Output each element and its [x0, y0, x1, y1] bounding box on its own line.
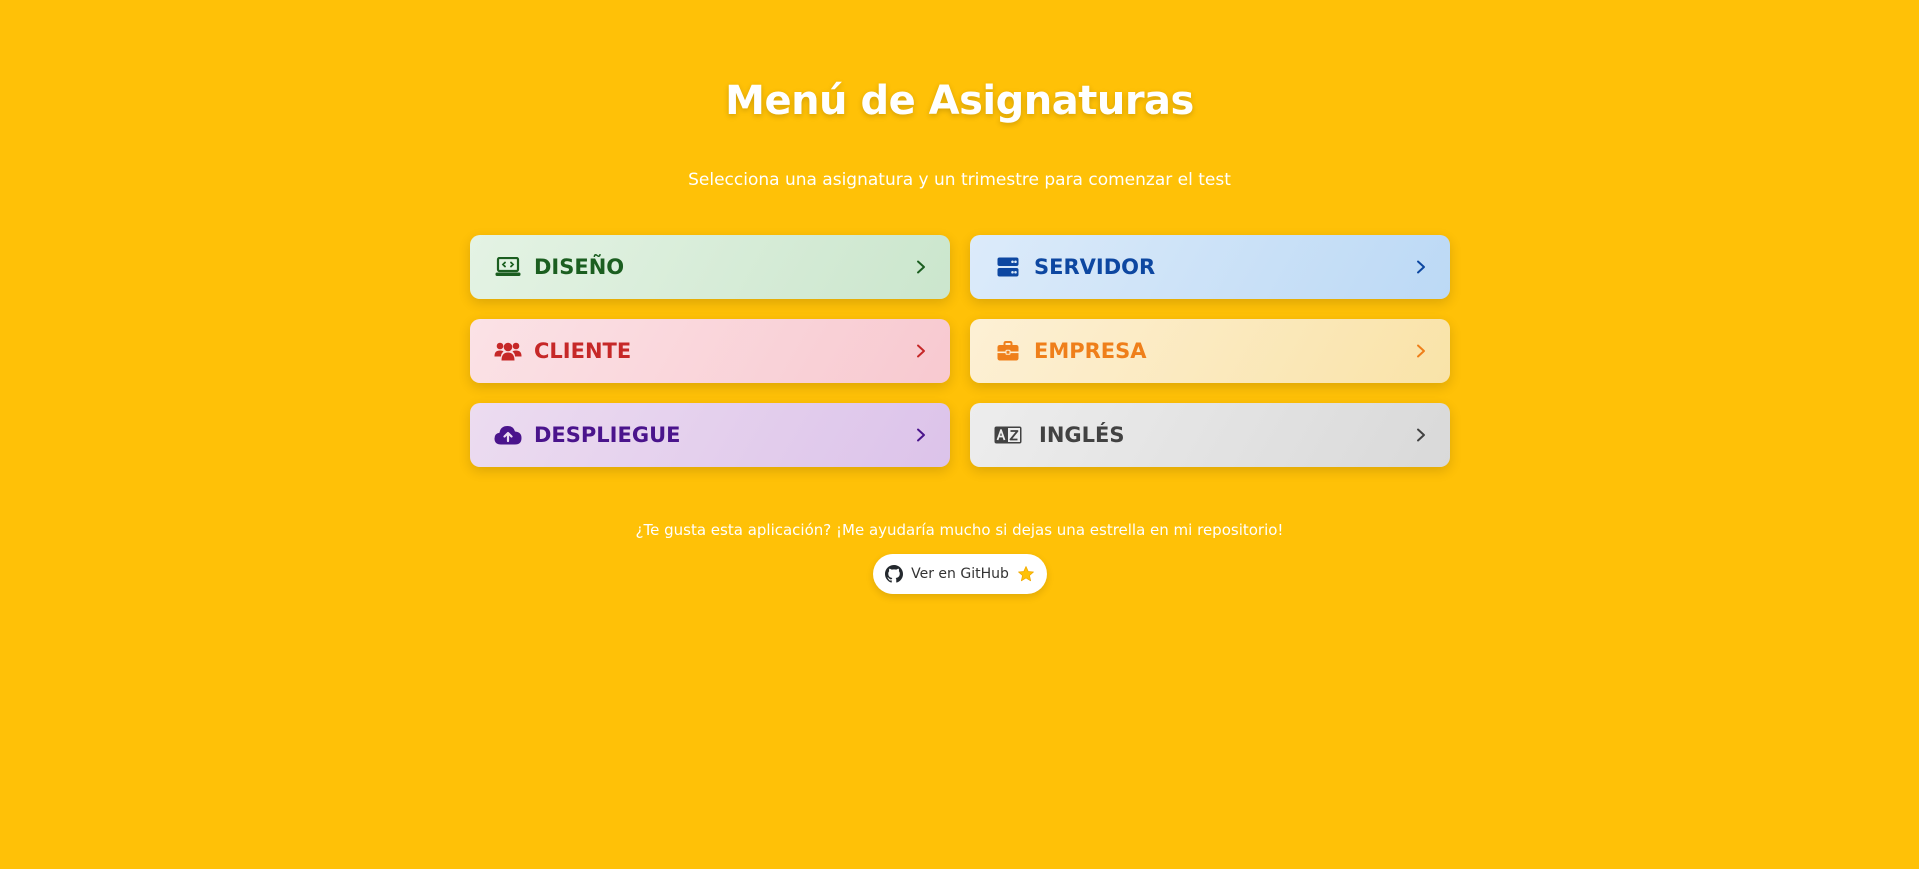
- page-title: Menú de Asignaturas: [725, 78, 1194, 124]
- subject-grid: DISEÑO SERVIDOR CLIENTE EMPRESA DESPLIEG…: [470, 235, 1450, 467]
- subject-label: DESPLIEGUE: [534, 423, 681, 447]
- briefcase-icon: [994, 340, 1022, 362]
- chevron-right-icon: [914, 260, 928, 274]
- subject-card-ingles[interactable]: INGLÉS: [970, 403, 1450, 467]
- subject-label: EMPRESA: [1034, 339, 1147, 363]
- subject-card-despliegue[interactable]: DESPLIEGUE: [470, 403, 950, 467]
- page: Menú de Asignaturas Selecciona una asign…: [0, 0, 1919, 869]
- chevron-right-icon: [1414, 344, 1428, 358]
- users-icon: [494, 340, 522, 362]
- subject-card-cliente[interactable]: CLIENTE: [470, 319, 950, 383]
- chevron-right-icon: [914, 428, 928, 442]
- github-button-label: Ver en GitHub: [911, 566, 1009, 582]
- chevron-right-icon: [1414, 260, 1428, 274]
- server-icon: [994, 256, 1022, 278]
- github-button[interactable]: Ver en GitHub: [873, 554, 1047, 594]
- subject-label: SERVIDOR: [1034, 255, 1156, 279]
- cloud-upload-icon: [494, 424, 522, 446]
- chevron-right-icon: [914, 344, 928, 358]
- page-subtitle: Selecciona una asignatura y un trimestre…: [688, 170, 1231, 190]
- laptop-code-icon: [494, 256, 522, 278]
- subject-label: INGLÉS: [1039, 423, 1125, 447]
- language-icon: [994, 424, 1022, 446]
- star-icon: [1017, 565, 1035, 583]
- subject-label: DISEÑO: [534, 255, 625, 279]
- subject-label: CLIENTE: [534, 339, 632, 363]
- footer-message: ¿Te gusta esta aplicación? ¡Me ayudaría …: [635, 521, 1284, 539]
- subject-card-empresa[interactable]: EMPRESA: [970, 319, 1450, 383]
- chevron-right-icon: [1414, 428, 1428, 442]
- subject-card-servidor[interactable]: SERVIDOR: [970, 235, 1450, 299]
- subject-card-diseno[interactable]: DISEÑO: [470, 235, 950, 299]
- github-icon: [885, 565, 904, 583]
